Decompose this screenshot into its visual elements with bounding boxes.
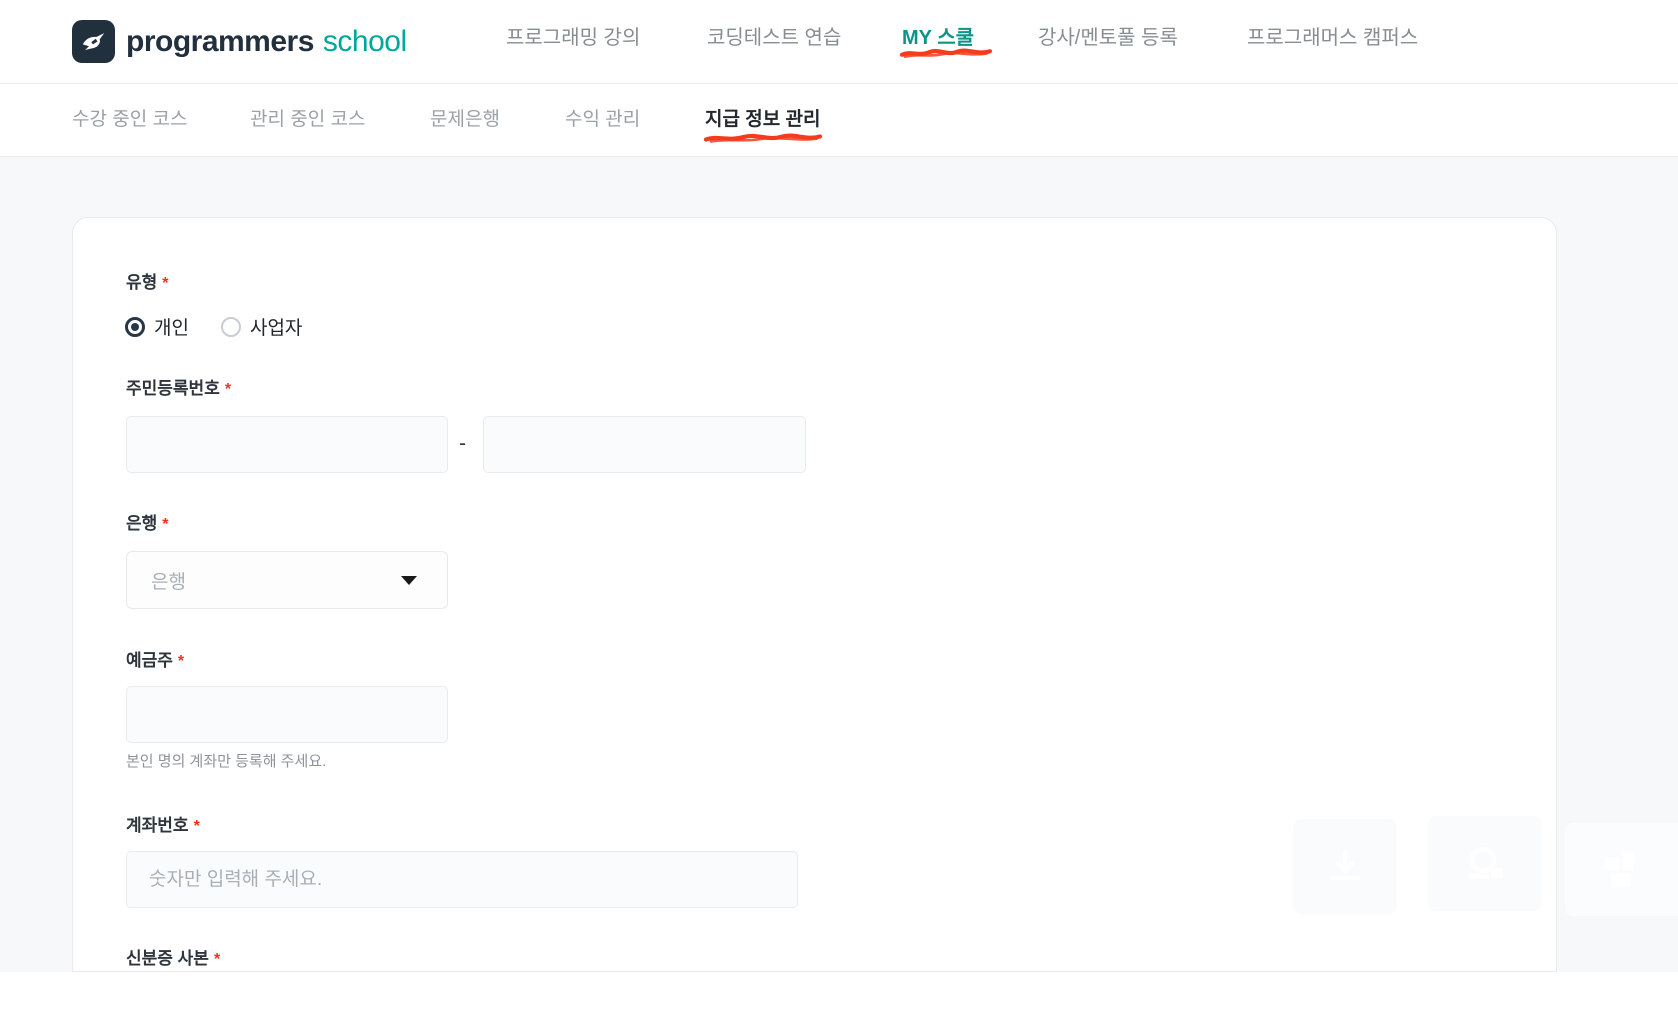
account-number-input[interactable] <box>126 851 798 908</box>
field-label-type: 유형 * <box>126 273 169 292</box>
ghost-thumbnail-download <box>1293 819 1397 914</box>
school-sub-nav: 수강 중인 코스 관리 중인 코스 문제은행 수익 관리 지급 정보 관리 <box>0 84 1678 157</box>
resident-number-separator: - <box>459 432 466 455</box>
nav-item-instructor-register[interactable]: 강사/멘토풀 등록 <box>1038 24 1178 52</box>
radio-option-individual[interactable]: 개인 <box>125 313 189 340</box>
subnav-item-enrolled-courses[interactable]: 수강 중인 코스 <box>72 107 187 133</box>
radio-label-business: 사업자 <box>249 318 303 339</box>
type-radio-group: 개인 사업자 <box>125 313 302 340</box>
required-asterisk: * <box>213 951 221 968</box>
subnav-item-question-bank[interactable]: 문제은행 <box>430 107 500 133</box>
logo-text-suffix: school <box>322 24 407 58</box>
radio-unselected-icon[interactable] <box>220 316 241 337</box>
field-label-bank: 은행 * <box>126 514 169 533</box>
top-header: programmers school 프로그래밍 강의 코딩테스트 연습 MY … <box>0 0 1678 84</box>
blocks-icon <box>1604 851 1634 887</box>
required-asterisk: * <box>193 818 200 835</box>
nav-item-programming-courses[interactable]: 프로그래밍 강의 <box>506 24 640 52</box>
field-label-account-number: 계좌번호 * <box>126 816 200 835</box>
field-label-resident-number: 주민등록번호 * <box>126 379 232 398</box>
resident-number-front-input[interactable] <box>126 416 448 473</box>
required-asterisk: * <box>162 516 169 533</box>
field-label-id-copy: 신분증 사본 * <box>126 949 221 968</box>
logo-badge <box>72 20 115 63</box>
field-label-account-holder: 예금주 * <box>126 651 185 670</box>
radio-label-individual: 개인 <box>154 318 189 339</box>
nav-item-coding-test[interactable]: 코딩테스트 연습 <box>707 24 841 52</box>
account-holder-helper-text: 본인 명의 계좌만 등록해 주세요. <box>126 753 327 770</box>
logo[interactable]: programmers school <box>72 20 407 63</box>
download-icon <box>1329 849 1361 880</box>
bird-logo-icon <box>80 28 107 55</box>
ghost-thumbnail-blocks <box>1565 823 1678 916</box>
red-scribble-underline-payment-info <box>703 133 823 143</box>
resident-number-back-input[interactable] <box>483 416 806 473</box>
required-asterisk: * <box>177 653 185 670</box>
bottom-white-band <box>0 972 1678 1018</box>
payment-info-form-card: 유형 * 개인 사업자 주민등록번호 * - 은행 * 은행 예금주 * 본인 명의 계… <box>72 217 1557 972</box>
required-asterisk: * <box>224 381 232 398</box>
ghost-thumbnail-camera <box>1428 816 1542 911</box>
radio-option-business[interactable]: 사업자 <box>220 313 303 340</box>
account-holder-input[interactable] <box>126 686 448 743</box>
radio-selected-icon[interactable] <box>125 316 145 337</box>
subnav-item-managed-courses[interactable]: 관리 중인 코스 <box>250 107 365 133</box>
chevron-down-icon <box>401 575 417 585</box>
nav-item-my-school[interactable]: MY 스쿨 <box>902 24 974 52</box>
subnav-item-payment-info[interactable]: 지급 정보 관리 <box>705 107 820 133</box>
required-asterisk: * <box>162 275 169 292</box>
bank-select-placeholder: 은행 <box>151 571 186 593</box>
bank-select[interactable]: 은행 <box>126 551 448 609</box>
logo-text-brand: programmers <box>126 24 314 58</box>
nav-item-campus[interactable]: 프로그래머스 캠퍼스 <box>1247 24 1418 52</box>
subnav-item-revenue[interactable]: 수익 관리 <box>565 107 640 133</box>
camera-icon <box>1468 846 1503 879</box>
